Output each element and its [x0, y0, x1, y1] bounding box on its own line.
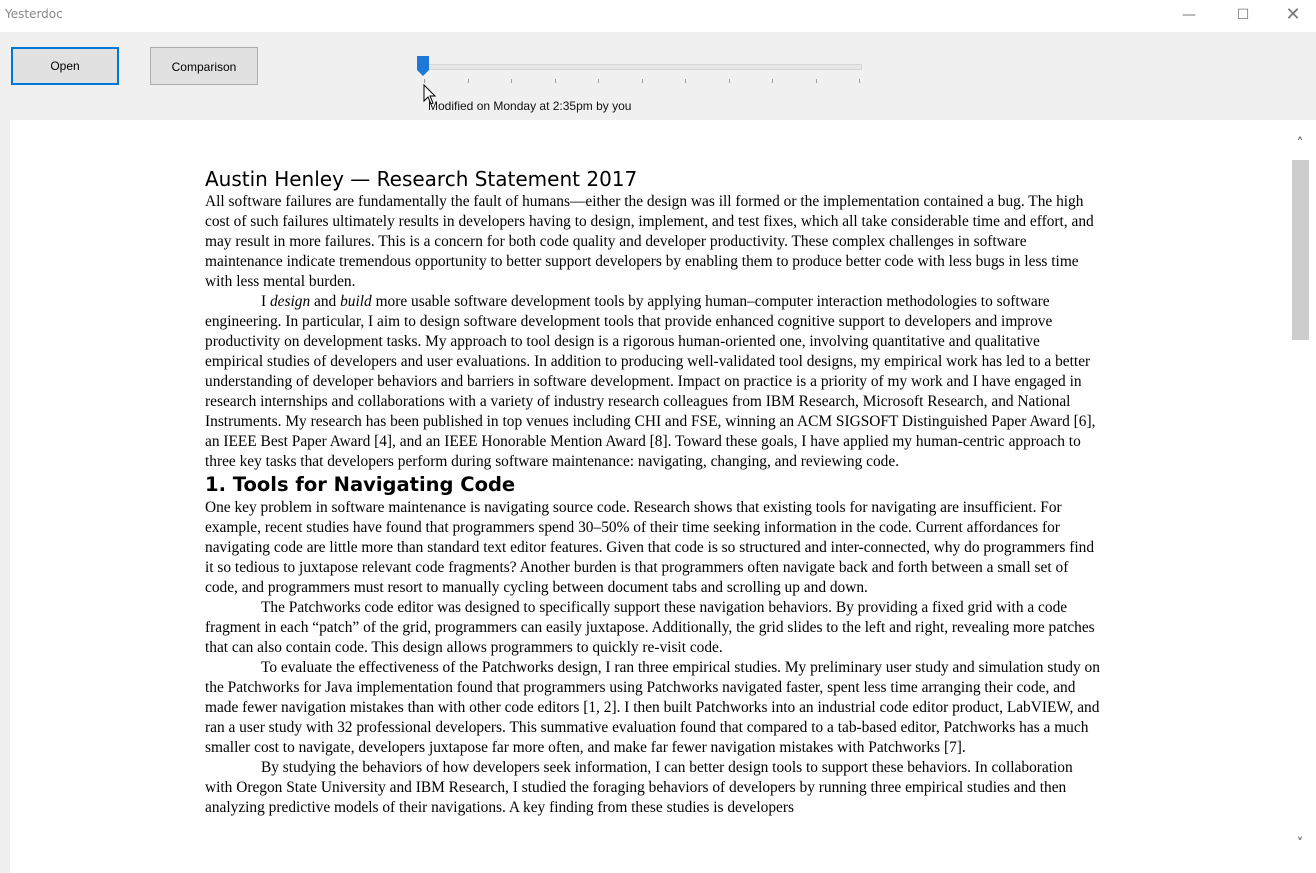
modified-label: Modified on Monday at 2:35pm by you	[428, 99, 632, 113]
minimize-icon[interactable]: —	[1166, 0, 1212, 30]
paragraph: The Patchworks code editor was designed …	[205, 599, 1095, 656]
timeline-tick	[815, 79, 817, 83]
scrollbar-thumb[interactable]	[1292, 160, 1309, 340]
paragraph: By studying the behaviors of how develop…	[205, 759, 1073, 816]
timeline-tick	[511, 79, 512, 83]
scroll-down-icon[interactable]: ˅	[1291, 836, 1309, 852]
timeline-tick	[859, 79, 860, 83]
timeline-tick	[554, 79, 556, 83]
close-icon[interactable]: ✕	[1270, 0, 1316, 30]
mouse-cursor-icon	[423, 84, 437, 105]
timeline-tick	[424, 79, 425, 83]
paragraph: I design and build more usable software …	[205, 293, 1096, 470]
app-title: Yesterdoc	[5, 7, 63, 21]
timeline-tick	[467, 79, 469, 83]
timeline-tick	[772, 79, 773, 83]
timeline-tick	[685, 79, 686, 83]
maximize-icon[interactable]: ☐	[1220, 0, 1266, 30]
paragraph: All software failures are fundamentally …	[205, 193, 1094, 290]
timeline-slider-track[interactable]	[420, 64, 862, 70]
timeline-tick	[598, 79, 599, 83]
section-heading: 1. Tools for Navigating Code	[205, 473, 516, 496]
timeline-tick	[641, 79, 643, 83]
paragraph: One key problem in software maintenance …	[205, 499, 1095, 596]
comparison-button[interactable]: Comparison	[150, 47, 258, 85]
timeline-slider-thumb[interactable]	[417, 56, 429, 76]
document-content: Austin Henley — Research Statement 2017 …	[205, 166, 1100, 818]
document-viewer[interactable]: Austin Henley — Research Statement 2017 …	[10, 120, 1290, 873]
title-bar: Yesterdoc — ☐ ✕	[0, 0, 1316, 32]
document-title: Austin Henley — Research Statement 2017	[205, 167, 638, 191]
scroll-up-icon[interactable]: ˄	[1291, 136, 1309, 152]
paragraph: To evaluate the effectiveness of the Pat…	[205, 659, 1100, 756]
open-button[interactable]: Open	[11, 47, 119, 85]
timeline-tick	[728, 79, 730, 83]
